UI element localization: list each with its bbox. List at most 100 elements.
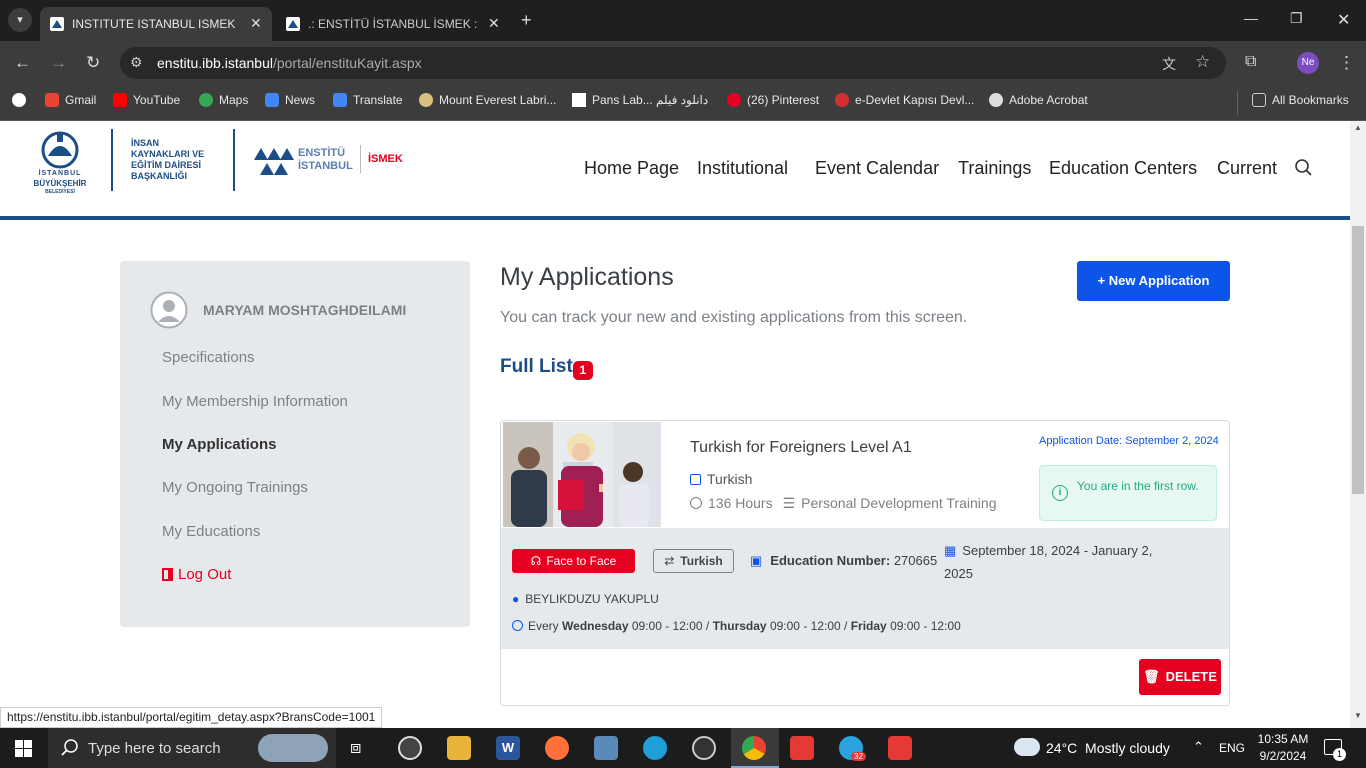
search-icon[interactable] (1294, 158, 1314, 178)
ismek-favicon-icon (50, 17, 64, 31)
sidebar-item-my-applications[interactable]: My Applications (162, 436, 276, 453)
wordpad-icon[interactable] (692, 736, 716, 760)
url-path: /portal/enstituKayit.aspx (272, 55, 422, 71)
network-app-icon[interactable] (594, 736, 618, 760)
department-logo-text: İNSAN KAYNAKLARI VE EĞİTİM DAİRESİ BAŞKANLI… (131, 138, 205, 181)
nav-institutional[interactable]: Institutional (697, 158, 788, 179)
all-bookmarks[interactable]: All Bookmarks (1252, 93, 1349, 107)
ibb-emblem-icon (41, 131, 79, 169)
firefox-icon[interactable] (545, 736, 569, 760)
browser-menu-icon[interactable]: ⋮ (1338, 53, 1355, 73)
course-image[interactable] (503, 422, 661, 527)
calendar-icon: ▦ (944, 543, 957, 558)
ibb-logo-text: İSTANBUL (38, 170, 82, 177)
enstitu-logo-text: ENSTİTÜ (298, 147, 346, 159)
taskbar-search-box[interactable]: Type here to search (48, 728, 336, 768)
page-scrollbar[interactable]: ▲ ▼ (1350, 121, 1366, 728)
restore-icon[interactable]: ❐ (1290, 10, 1303, 27)
scroll-down-icon[interactable]: ▼ (1354, 711, 1362, 720)
clock-date[interactable]: 9/2/2024 (1257, 749, 1309, 763)
address-bar[interactable]: ⚙ enstitu.ibb.istanbul/portal/enstituKay… (120, 47, 1226, 79)
chrome-icon (742, 736, 766, 760)
task-view-icon[interactable]: ⧈ (350, 737, 361, 758)
close-tab-icon[interactable]: ✕ (488, 15, 500, 32)
bookmark-adobe-acrobat[interactable]: Adobe Acrobat (989, 93, 1088, 107)
new-tab-icon[interactable]: + (521, 10, 532, 31)
tray-chevron-up-icon[interactable]: ⌃ (1193, 739, 1204, 755)
nav-current[interactable]: Current (1217, 158, 1277, 179)
schedule: Every Wednesday 09:00 - 12:00 / Thursday… (512, 619, 961, 633)
input-language[interactable]: ENG (1219, 741, 1245, 755)
enstitu-istanbul-logo[interactable]: ENSTİTÜ İSTANBUL İSMEK (254, 143, 403, 182)
nav-education-centers[interactable]: Education Centers (1049, 158, 1197, 179)
extensions-icon[interactable]: ⧉ (1245, 53, 1256, 71)
close-window-icon[interactable]: ✕ (1337, 10, 1350, 30)
scrollbar-thumb[interactable] (1352, 226, 1364, 494)
bookmark-star-icon[interactable]: ☆ (1195, 52, 1210, 72)
reload-icon[interactable]: ↻ (86, 53, 100, 73)
anydesk-icon[interactable] (888, 736, 912, 760)
divider (111, 129, 113, 191)
enstitu-triangles-icon (254, 148, 294, 175)
bookmark-pans-lab[interactable]: Pans Lab... دانلود فیلم (572, 93, 708, 107)
sidebar-item-specifications[interactable]: Specifications (162, 349, 255, 366)
bookmark-edevlet[interactable]: e-Devlet Kapısı Devl... (835, 93, 974, 107)
account-sidebar: MARYAM MOSHTAGHDEILAMI Specifications My… (120, 261, 470, 627)
close-tab-icon[interactable]: ✕ (250, 15, 262, 32)
google-icon[interactable] (12, 93, 32, 107)
sidebar-item-logout[interactable]: Log Out (162, 566, 231, 583)
weather-cloud-icon (1014, 738, 1040, 756)
edge-icon[interactable] (643, 736, 667, 760)
sidebar-item-my-educations[interactable]: My Educations (162, 523, 260, 540)
anydesk-icon[interactable] (790, 736, 814, 760)
site-header: İSTANBUL BÜYÜKŞEHİR BELEDİYESİ İNSAN KAYN… (0, 121, 1350, 220)
profile-avatar[interactable]: Ne (1297, 52, 1319, 74)
bookmark-maps[interactable]: Maps (199, 93, 248, 107)
sidebar-item-ongoing-trainings[interactable]: My Ongoing Trainings (162, 479, 308, 496)
nav-home-page[interactable]: Home Page (584, 158, 679, 179)
windows-start-icon[interactable] (15, 740, 32, 757)
sidebar-item-membership[interactable]: My Membership Information (162, 393, 348, 410)
media-player-icon[interactable] (398, 736, 422, 760)
forward-icon[interactable]: → (50, 53, 67, 73)
browser-tab-strip: ▾ INSTITUTE ISTANBUL ISMEK ✕ .: ENSTİTÜ … (0, 0, 1366, 41)
scroll-up-icon[interactable]: ▲ (1354, 123, 1362, 132)
translate-icon: ⇄ (664, 554, 675, 568)
ismek-logo-text: İSMEK (368, 153, 403, 165)
browser-tab[interactable]: .: ENSTİTÜ İSTANBUL İSMEK :. Y ✕ (276, 7, 512, 41)
translate-icon[interactable]: 文 (1162, 54, 1176, 74)
bookmark-mount-everest[interactable]: Mount Everest Labri... (419, 93, 556, 107)
weather-text[interactable]: 24°C Mostly cloudy (1046, 740, 1170, 756)
delete-button[interactable]: 🗑 DELETE (1139, 659, 1221, 695)
application-details: ☊ Face to Face ⇄ Turkish ▣ Education Number… (501, 528, 1229, 649)
bookmark-news[interactable]: News (265, 93, 315, 107)
bookmark-translate[interactable]: Translate (333, 93, 403, 107)
file-explorer-icon[interactable] (447, 736, 471, 760)
bookmarks-bar: Gmail YouTube Maps News Translate Mount … (0, 85, 1366, 121)
ibb-logo-text: BELEDİYESİ (45, 189, 75, 195)
nav-trainings[interactable]: Trainings (958, 158, 1031, 179)
clock-icon (690, 497, 702, 509)
clock-time[interactable]: 10:35 AM (1257, 732, 1309, 746)
location: ● BEYLIKDUZU YAKUPLU (512, 592, 659, 606)
browser-tab-active[interactable]: INSTITUTE ISTANBUL ISMEK ✕ (40, 7, 272, 41)
word-icon[interactable]: W (496, 736, 520, 760)
course-title[interactable]: Turkish for Foreigners Level A1 (690, 439, 912, 457)
tab-search-button[interactable]: ▾ (8, 8, 32, 32)
minimize-icon[interactable]: — (1244, 10, 1258, 26)
full-list-tab[interactable]: Full List 1 (500, 356, 593, 380)
back-icon[interactable]: ← (14, 53, 31, 73)
bookmark-youtube[interactable]: YouTube (113, 93, 180, 107)
new-application-button[interactable]: + New Application (1077, 261, 1230, 301)
trash-icon: 🗑 (1143, 669, 1160, 684)
nav-event-calendar[interactable]: Event Calendar (815, 158, 939, 179)
telegram-badge: 32 (851, 752, 866, 761)
search-icon (61, 739, 78, 756)
search-placeholder: Type here to search (88, 740, 221, 757)
bookmark-pinterest[interactable]: (26) Pinterest (727, 93, 819, 107)
site-info-icon[interactable]: ⚙ (130, 54, 143, 71)
bookmark-gmail[interactable]: Gmail (45, 93, 96, 107)
search-highlight-icon (258, 734, 328, 762)
course-language: Turkish (690, 471, 752, 487)
ibb-logo[interactable]: İSTANBUL BÜYÜKŞEHİR BELEDİYESİ (24, 130, 96, 195)
